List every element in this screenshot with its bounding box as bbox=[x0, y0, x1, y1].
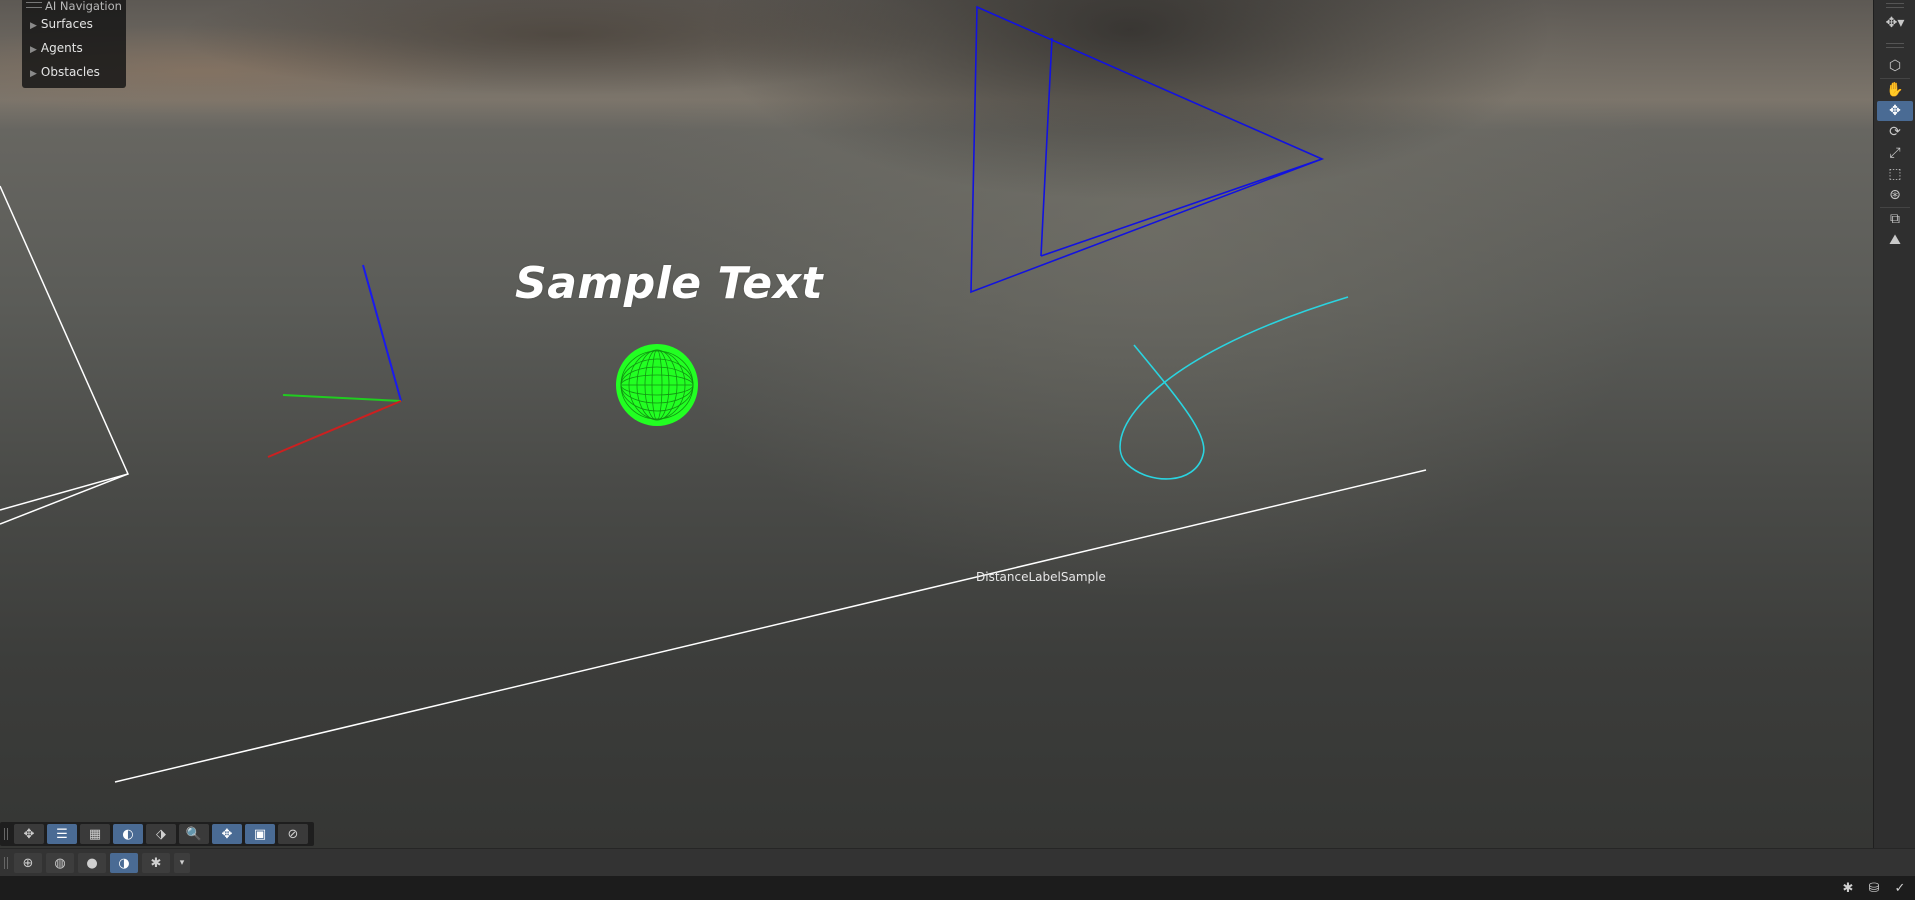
expand-arrow-icon[interactable]: ▶ bbox=[30, 21, 37, 31]
settings-sliders-icon[interactable]: ☰ bbox=[47, 824, 77, 844]
sample-text-label: Sample Text bbox=[515, 258, 824, 309]
rect-wireframe-edge bbox=[0, 473, 129, 511]
wire-sphere bbox=[616, 344, 698, 426]
drag-handle-icon[interactable] bbox=[26, 2, 42, 8]
tool-strip: ✥▾ ⬡ ✋ ✥ ⟳ ⤢ ⬚ ⊛ ⧉ ⛰ bbox=[1873, 0, 1915, 848]
distance-label: DistanceLabelSample bbox=[976, 570, 1106, 584]
ai-navigation-header[interactable]: AI Navigation bbox=[22, 0, 126, 14]
draw-mode-bar: ⊕ ◍ ● ◑ ✱ ▾ bbox=[0, 848, 1915, 876]
divider bbox=[1880, 207, 1910, 208]
terrain-tool-icon[interactable]: ⛰ bbox=[1877, 230, 1913, 250]
move-gizmo-icon[interactable]: ✥ bbox=[14, 824, 44, 844]
rect-transform-icon[interactable]: ⬚ bbox=[1877, 164, 1913, 184]
gizmo-y-axis bbox=[282, 394, 402, 402]
scale-icon[interactable]: ⤢ bbox=[1877, 143, 1913, 163]
move-icon[interactable]: ✥ bbox=[1877, 101, 1913, 121]
scene-overlay bbox=[0, 5, 1427, 783]
nav-item-surfaces[interactable]: ▶ Surfaces bbox=[22, 14, 126, 38]
draw-mode-toolbar: ⊕ ◍ ● ◑ ✱ ▾ bbox=[0, 852, 194, 874]
check-circle-icon[interactable]: ✓ bbox=[1890, 879, 1910, 897]
drag-handle-icon[interactable] bbox=[1886, 3, 1904, 8]
database-icon[interactable]: ⛁ bbox=[1864, 879, 1884, 897]
ai-navigation-panel: AI Navigation ▶ Surfaces ▶ Agents ▶ Obstacl… bbox=[22, 0, 126, 88]
debug-bug-icon[interactable]: ✱ bbox=[142, 853, 170, 873]
rotate-icon[interactable]: ⟳ bbox=[1877, 122, 1913, 142]
status-bar: ✱ ⛁ ✓ bbox=[0, 876, 1915, 900]
gizmo-z-axis bbox=[362, 264, 402, 402]
drag-handle-icon[interactable] bbox=[4, 857, 8, 869]
scene-viewport[interactable]: Sample Text DistanceLabelSample AI Navig… bbox=[0, 0, 1873, 848]
shaded-sphere-icon[interactable]: ● bbox=[78, 853, 106, 873]
nav-item-label: Obstacles bbox=[40, 65, 100, 79]
nav-item-agents[interactable]: ▶ Agents bbox=[22, 38, 126, 62]
expand-arrow-icon[interactable]: ▶ bbox=[30, 45, 37, 55]
shaded-wireframe-icon[interactable]: ◍ bbox=[46, 853, 74, 873]
nav-item-obstacles[interactable]: ▶ Obstacles bbox=[22, 62, 126, 86]
gizmo-x-axis bbox=[267, 400, 402, 458]
dropdown-icon[interactable]: ▾ bbox=[174, 853, 190, 873]
wireframe-globe-icon[interactable]: ⊕ bbox=[14, 853, 42, 873]
grid-icon[interactable]: ▦ bbox=[80, 824, 110, 844]
expand-arrow-icon[interactable]: ▶ bbox=[30, 69, 37, 79]
bug-icon[interactable]: ✱ bbox=[1838, 879, 1858, 897]
drag-handle-icon[interactable] bbox=[4, 828, 8, 840]
orientation-icon[interactable]: ✥ bbox=[212, 824, 242, 844]
lighting-icon[interactable]: ◐ bbox=[113, 824, 143, 844]
distance-line bbox=[114, 469, 1427, 783]
hand-pan-icon[interactable]: ✋ bbox=[1877, 80, 1913, 100]
snap-icon[interactable]: ⬗ bbox=[146, 824, 176, 844]
layers-icon[interactable]: ⧉ bbox=[1877, 209, 1913, 229]
compass-icon[interactable]: ⊘ bbox=[278, 824, 308, 844]
rect-wireframe bbox=[0, 185, 130, 525]
render-mode-icon[interactable]: ◑ bbox=[110, 853, 138, 873]
nav-item-label: Agents bbox=[40, 41, 83, 55]
nav-item-label: Surfaces bbox=[40, 17, 93, 31]
ai-navigation-title: AI Navigation bbox=[45, 0, 122, 13]
scene-view-toolbar: ✥ ☰ ▦ ◐ ⬗ 🔍 ✥ ▣ ⊘ bbox=[0, 822, 314, 846]
camera-frustum bbox=[970, 5, 1325, 294]
bezier-curve bbox=[1119, 296, 1349, 480]
divider bbox=[1880, 78, 1910, 79]
cube-icon[interactable]: ⬡ bbox=[1877, 56, 1913, 76]
search-icon[interactable]: 🔍 bbox=[179, 824, 209, 844]
camera-icon[interactable]: ▣ bbox=[245, 824, 275, 844]
custom-tool-icon[interactable]: ⊛ bbox=[1877, 185, 1913, 205]
drag-handle-icon[interactable] bbox=[1886, 43, 1904, 48]
move-pivot-icon[interactable]: ✥▾ bbox=[1877, 13, 1913, 33]
